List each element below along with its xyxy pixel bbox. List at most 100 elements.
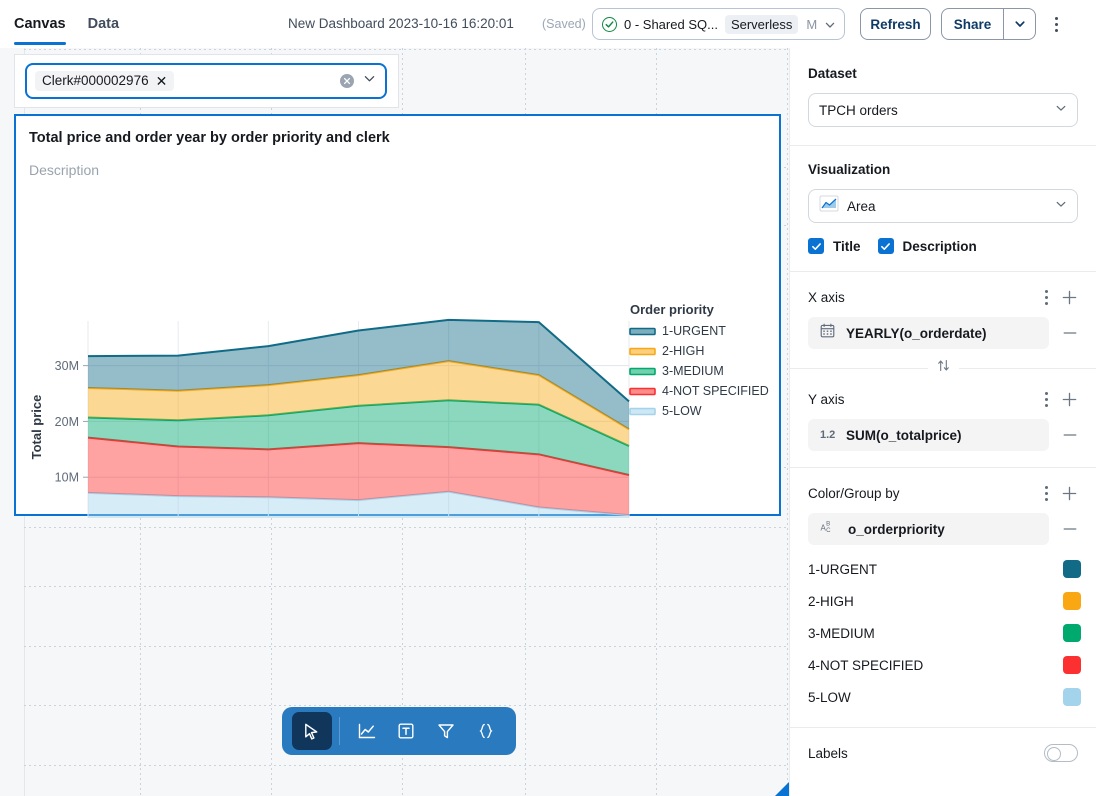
chart-legend-swatch[interactable]: [630, 329, 655, 335]
connection-type-badge: Serverless: [725, 15, 798, 34]
legend-color-swatch[interactable]: [1063, 688, 1081, 706]
legend-color-swatch[interactable]: [1063, 656, 1081, 674]
clerk-filter-select[interactable]: Clerk#000002976 ✕: [25, 63, 387, 99]
connection-selector[interactable]: 0 - Shared SQ... Serverless M: [592, 8, 845, 40]
color-group-field-pill[interactable]: A B C o_orderpriority: [808, 513, 1049, 545]
x-axis-label: X axis: [808, 290, 1035, 305]
area-chart-icon: [819, 195, 839, 217]
y-axis-section-header: Y axis: [808, 387, 1081, 411]
chart-legend-label: 4-NOT SPECIFIED: [662, 384, 769, 398]
close-icon[interactable]: ✕: [156, 74, 168, 88]
tab-data[interactable]: Data: [88, 0, 119, 48]
area-chart[interactable]: 010M20M30M1992199319941995199619971998Or…: [16, 116, 783, 518]
chevron-down-icon: [1055, 101, 1067, 119]
chart-legend-swatch[interactable]: [630, 409, 655, 415]
chevron-down-icon[interactable]: [363, 72, 376, 90]
connection-name: 0 - Shared SQ...: [624, 17, 718, 32]
description-checkbox-label: Description: [903, 239, 977, 254]
dashboard-title[interactable]: New Dashboard 2023-10-16 16:20:01: [288, 16, 514, 31]
filter-tool-button[interactable]: [426, 712, 466, 750]
legend-swatch-row: 4-NOT SPECIFIED: [808, 649, 1081, 681]
text-tool-button[interactable]: [387, 712, 427, 750]
y-axis-options-button[interactable]: [1035, 388, 1057, 410]
share-button[interactable]: Share: [941, 8, 1003, 40]
color-group-field-name: o_orderpriority: [848, 522, 945, 537]
x-axis-remove-button[interactable]: [1059, 325, 1081, 341]
labels-label: Labels: [808, 746, 1044, 761]
legend-swatch-row: 3-MEDIUM: [808, 617, 1081, 649]
color-group-remove-button[interactable]: [1059, 521, 1081, 537]
connection-suffix: M: [805, 17, 817, 32]
tab-data-label: Data: [88, 16, 119, 32]
filter-chip-label: Clerk#000002976: [42, 73, 149, 88]
dataset-select[interactable]: TPCH orders: [808, 93, 1078, 127]
top-bar: Canvas Data New Dashboard 2023-10-16 16:…: [0, 0, 1096, 48]
legend-swatch-label: 1-URGENT: [808, 562, 877, 577]
y-axis-field-pill[interactable]: 1.2 SUM(o_totalprice): [808, 419, 1049, 451]
filter-widget[interactable]: Clerk#000002976 ✕: [14, 54, 399, 108]
toolbar-divider: [339, 717, 340, 745]
tab-canvas-label: Canvas: [14, 16, 66, 32]
chart-y-tick-label: 10M: [55, 471, 79, 485]
dataset-label: Dataset: [808, 66, 1078, 81]
color-group-label: Color/Group by: [808, 486, 1035, 501]
filter-chip[interactable]: Clerk#000002976 ✕: [35, 71, 174, 91]
labels-toggle[interactable]: [1044, 744, 1078, 762]
chart-legend-swatch[interactable]: [630, 389, 655, 395]
canvas-resize-handle[interactable]: [769, 776, 789, 796]
x-axis-section-header: X axis: [808, 285, 1081, 309]
title-checkbox[interactable]: [808, 238, 824, 254]
color-group-options-button[interactable]: [1035, 482, 1057, 504]
legend-color-swatch[interactable]: [1063, 592, 1081, 610]
chart-legend-swatch[interactable]: [630, 369, 655, 375]
dataset-value: TPCH orders: [819, 103, 1047, 118]
y-axis-remove-button[interactable]: [1059, 427, 1081, 443]
legend-swatch-label: 3-MEDIUM: [808, 626, 875, 641]
share-dropdown-button[interactable]: [1003, 8, 1036, 40]
tab-canvas[interactable]: Canvas: [14, 0, 66, 48]
visualization-label: Visualization: [808, 162, 1078, 177]
more-options-button[interactable]: [1046, 12, 1066, 36]
x-axis-field-pill[interactable]: YEARLY(o_orderdate): [808, 317, 1049, 349]
visualization-value: Area: [847, 199, 1047, 214]
chart-tool-button[interactable]: [347, 712, 387, 750]
grid-hline: [24, 705, 789, 706]
y-axis-add-button[interactable]: [1057, 387, 1081, 411]
chart-widget[interactable]: Total price and order year by order prio…: [14, 114, 781, 516]
check-circle-icon: [602, 17, 617, 32]
color-group-add-button[interactable]: [1057, 481, 1081, 505]
swap-axes-icon[interactable]: [928, 358, 959, 378]
y-axis-field-row: 1.2 SUM(o_totalprice): [808, 419, 1081, 451]
x-axis-add-button[interactable]: [1057, 285, 1081, 309]
x-axis-field-name: YEARLY(o_orderdate): [846, 326, 987, 341]
text-type-icon: A B C: [820, 519, 837, 539]
legend-color-swatch[interactable]: [1063, 560, 1081, 578]
grid-hline: [24, 49, 789, 50]
legend-swatch-row: 1-URGENT: [808, 553, 1081, 585]
chart-y-tick-label: 20M: [55, 415, 79, 429]
x-axis-options-button[interactable]: [1035, 286, 1057, 308]
clear-icon[interactable]: [340, 74, 354, 88]
legend-swatch-row: 5-LOW: [808, 681, 1081, 713]
select-tool-button[interactable]: [292, 712, 332, 750]
visualization-select[interactable]: Area: [808, 189, 1078, 223]
description-checkbox[interactable]: [878, 238, 894, 254]
color-group-section-header: Color/Group by: [808, 481, 1081, 505]
y-axis-label: Y axis: [808, 392, 1035, 407]
refresh-button[interactable]: Refresh: [860, 8, 931, 40]
legend-color-swatch[interactable]: [1063, 624, 1081, 642]
chart-legend-label: 5-LOW: [662, 404, 702, 418]
grid-hline: [24, 765, 789, 766]
x-axis-field-row: YEARLY(o_orderdate): [808, 317, 1081, 349]
config-panel: Dataset TPCH orders Visualization: [789, 48, 1096, 796]
swap-axes-separator: [790, 360, 1096, 376]
chart-y-tick-label: 30M: [55, 359, 79, 373]
grid-hline: [24, 586, 789, 587]
chart-legend-swatch[interactable]: [630, 349, 655, 355]
grid-hline: [24, 527, 789, 528]
dashboard-canvas[interactable]: Clerk#000002976 ✕ Total price and order …: [0, 48, 789, 796]
legend-swatch-label: 2-HIGH: [808, 594, 854, 609]
code-tool-button[interactable]: [466, 712, 506, 750]
saved-status: (Saved): [542, 17, 586, 31]
chevron-down-icon: [1055, 197, 1067, 215]
